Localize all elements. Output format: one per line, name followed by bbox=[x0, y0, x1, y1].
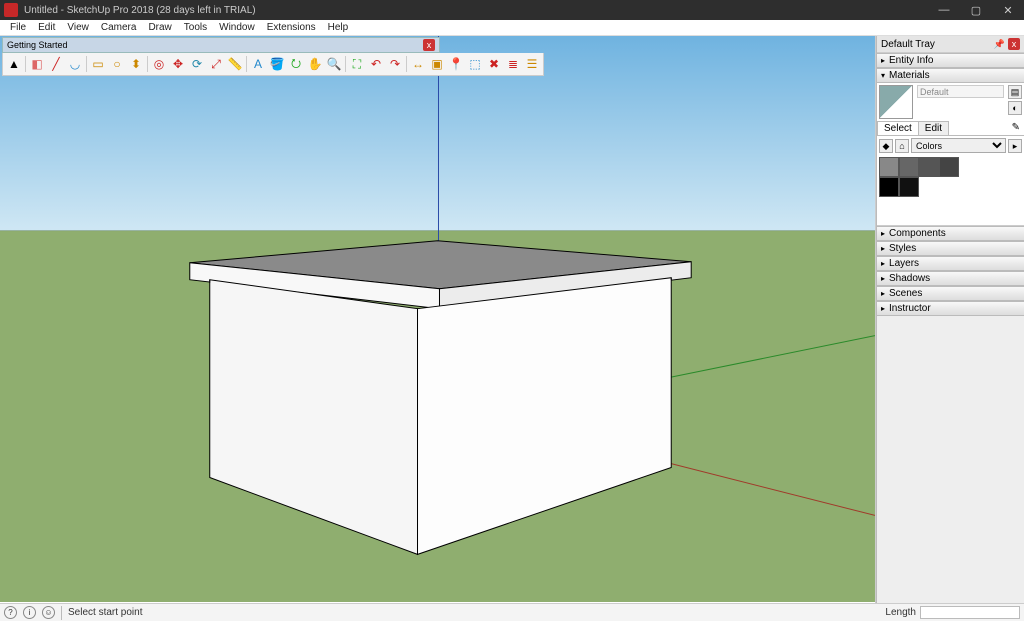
menubar: File Edit View Camera Draw Tools Window … bbox=[0, 20, 1024, 36]
tool-rotate-icon[interactable]: ⟳ bbox=[188, 55, 206, 73]
toolbar-row: ▲ ◧╱◡ ▭○⬍ ◎✥⟳⤢📏 A🪣⭮✋🔍 ⛶↶↷ ↔▣📍⬚✖≣☰ bbox=[2, 53, 544, 76]
swatch[interactable] bbox=[879, 157, 899, 177]
close-button[interactable]: ✕ bbox=[992, 0, 1024, 20]
menu-camera[interactable]: Camera bbox=[95, 20, 143, 36]
panel-label: Materials bbox=[889, 70, 930, 81]
tool-addloc-icon[interactable]: 📍 bbox=[447, 55, 465, 73]
tray-title: Default Tray bbox=[881, 39, 935, 50]
panel-components[interactable]: ▸Components bbox=[877, 226, 1024, 241]
titlebar: Untitled - SketchUp Pro 2018 (28 days le… bbox=[0, 0, 1024, 20]
panel-shadows[interactable]: ▸Shadows bbox=[877, 271, 1024, 286]
pencil-icon[interactable]: ✎ bbox=[1008, 121, 1024, 135]
viewport-3d[interactable] bbox=[0, 36, 876, 603]
tool-zoom-extents-icon[interactable]: ⛶ bbox=[348, 55, 366, 73]
tool-ext-icon[interactable]: ✖ bbox=[485, 55, 503, 73]
panel-instructor[interactable]: ▸Instructor bbox=[877, 301, 1024, 316]
tool-offset-icon[interactable]: ◎ bbox=[150, 55, 168, 73]
materials-panel-body: ▤ ◐ Select Edit ✎ ◆ ⌂ Colors ▸ bbox=[877, 83, 1024, 226]
length-label: Length bbox=[885, 607, 916, 618]
panel-label: Instructor bbox=[889, 303, 931, 314]
tool-dim-icon[interactable]: ↔ bbox=[409, 55, 427, 73]
tray-close-button[interactable]: x bbox=[1008, 38, 1020, 50]
minimize-button[interactable]: — bbox=[928, 0, 960, 20]
tool-rect-icon[interactable]: ▭ bbox=[89, 55, 107, 73]
swatch[interactable] bbox=[939, 157, 959, 177]
tool-scale-icon[interactable]: ⤢ bbox=[207, 55, 225, 73]
home-icon[interactable]: ⌂ bbox=[895, 139, 909, 153]
tool-pan-icon[interactable]: ✋ bbox=[306, 55, 324, 73]
tab-edit[interactable]: Edit bbox=[918, 121, 949, 135]
maximize-button[interactable]: ▢ bbox=[960, 0, 992, 20]
help-icon[interactable]: ? bbox=[4, 606, 17, 619]
swatch[interactable] bbox=[899, 177, 919, 197]
tool-text-icon[interactable]: A bbox=[249, 55, 267, 73]
tool-orbit-icon[interactable]: ⭮ bbox=[287, 55, 305, 73]
status-hint: Select start point bbox=[68, 607, 142, 618]
panel-label: Styles bbox=[889, 243, 916, 254]
workspace: Default Tray 📌 x ▸ Entity Info ▾ Materia… bbox=[0, 36, 1024, 603]
tool-eraser-icon[interactable]: ◧ bbox=[28, 55, 46, 73]
expand-icon: ▾ bbox=[881, 71, 885, 80]
material-library-select[interactable]: Colors bbox=[911, 138, 1006, 153]
back-icon[interactable]: ◆ bbox=[879, 139, 893, 153]
menu-window[interactable]: Window bbox=[213, 20, 261, 36]
tool-select-icon[interactable]: ▲ bbox=[5, 55, 23, 73]
pin-icon[interactable]: 📌 bbox=[994, 39, 1005, 50]
tool-zoom-icon[interactable]: 🔍 bbox=[325, 55, 343, 73]
menu-extensions[interactable]: Extensions bbox=[261, 20, 322, 36]
swatch[interactable] bbox=[899, 157, 919, 177]
tab-select[interactable]: Select bbox=[877, 121, 919, 135]
menu-view[interactable]: View bbox=[61, 20, 95, 36]
tool-line-icon[interactable]: ╱ bbox=[47, 55, 65, 73]
details-icon[interactable]: ▸ bbox=[1008, 139, 1022, 153]
panel-scenes[interactable]: ▸Scenes bbox=[877, 286, 1024, 301]
measurement-input[interactable] bbox=[920, 606, 1020, 619]
window-title: Untitled - SketchUp Pro 2018 (28 days le… bbox=[22, 5, 928, 16]
menu-tools[interactable]: Tools bbox=[178, 20, 213, 36]
create-material-icon[interactable]: ▤ bbox=[1008, 85, 1022, 99]
tool-move-icon[interactable]: ✥ bbox=[169, 55, 187, 73]
tool-tape-icon[interactable]: 📏 bbox=[226, 55, 244, 73]
material-name-input[interactable] bbox=[917, 85, 1004, 98]
collapse-icon: ▸ bbox=[881, 56, 885, 65]
app-icon bbox=[4, 3, 18, 17]
swatch[interactable] bbox=[919, 157, 939, 177]
toolbar-title: Getting Started bbox=[7, 40, 68, 50]
info-icon[interactable]: i bbox=[23, 606, 36, 619]
panel-label: Scenes bbox=[889, 288, 922, 299]
user-icon[interactable]: ☺ bbox=[42, 606, 55, 619]
tray-header: Default Tray 📌 x bbox=[877, 36, 1024, 53]
swatch[interactable] bbox=[879, 177, 899, 197]
toolbar-close-button[interactable]: x bbox=[423, 39, 435, 51]
panel-layers[interactable]: ▸Layers bbox=[877, 256, 1024, 271]
default-tray: Default Tray 📌 x ▸ Entity Info ▾ Materia… bbox=[876, 36, 1024, 603]
material-swatches bbox=[877, 155, 1024, 225]
tool-paint-icon[interactable]: 🪣 bbox=[268, 55, 286, 73]
material-thumbnail[interactable] bbox=[879, 85, 913, 119]
tool-section-icon[interactable]: ▣ bbox=[428, 55, 446, 73]
panel-entity-info[interactable]: ▸ Entity Info bbox=[877, 53, 1024, 68]
panel-label: Components bbox=[889, 228, 946, 239]
statusbar: ? i ☺ Select start point Length bbox=[0, 603, 1024, 621]
panel-materials[interactable]: ▾ Materials bbox=[877, 68, 1024, 83]
tool-arc-icon[interactable]: ◡ bbox=[66, 55, 84, 73]
panel-label: Entity Info bbox=[889, 55, 933, 66]
menu-draw[interactable]: Draw bbox=[142, 20, 177, 36]
menu-help[interactable]: Help bbox=[322, 20, 355, 36]
sample-paint-icon[interactable]: ◐ bbox=[1008, 101, 1022, 115]
tool-undo-icon[interactable]: ↶ bbox=[367, 55, 385, 73]
panel-label: Layers bbox=[889, 258, 919, 269]
tool-circle-icon[interactable]: ○ bbox=[108, 55, 126, 73]
menu-file[interactable]: File bbox=[4, 20, 32, 36]
tool-pushpull-icon[interactable]: ⬍ bbox=[127, 55, 145, 73]
getting-started-toolbar: Getting Started x ▲ ◧╱◡ ▭○⬍ ◎✥⟳⤢📏 A🪣⭮✋🔍 ⛶↶↷ ↔▣… bbox=[2, 37, 544, 76]
tool-outliner-icon[interactable]: ☰ bbox=[523, 55, 541, 73]
tool-redo-icon[interactable]: ↷ bbox=[386, 55, 404, 73]
panel-label: Shadows bbox=[889, 273, 930, 284]
menu-edit[interactable]: Edit bbox=[32, 20, 61, 36]
tool-layers-icon[interactable]: ≣ bbox=[504, 55, 522, 73]
tool-3dw-icon[interactable]: ⬚ bbox=[466, 55, 484, 73]
panel-styles[interactable]: ▸Styles bbox=[877, 241, 1024, 256]
